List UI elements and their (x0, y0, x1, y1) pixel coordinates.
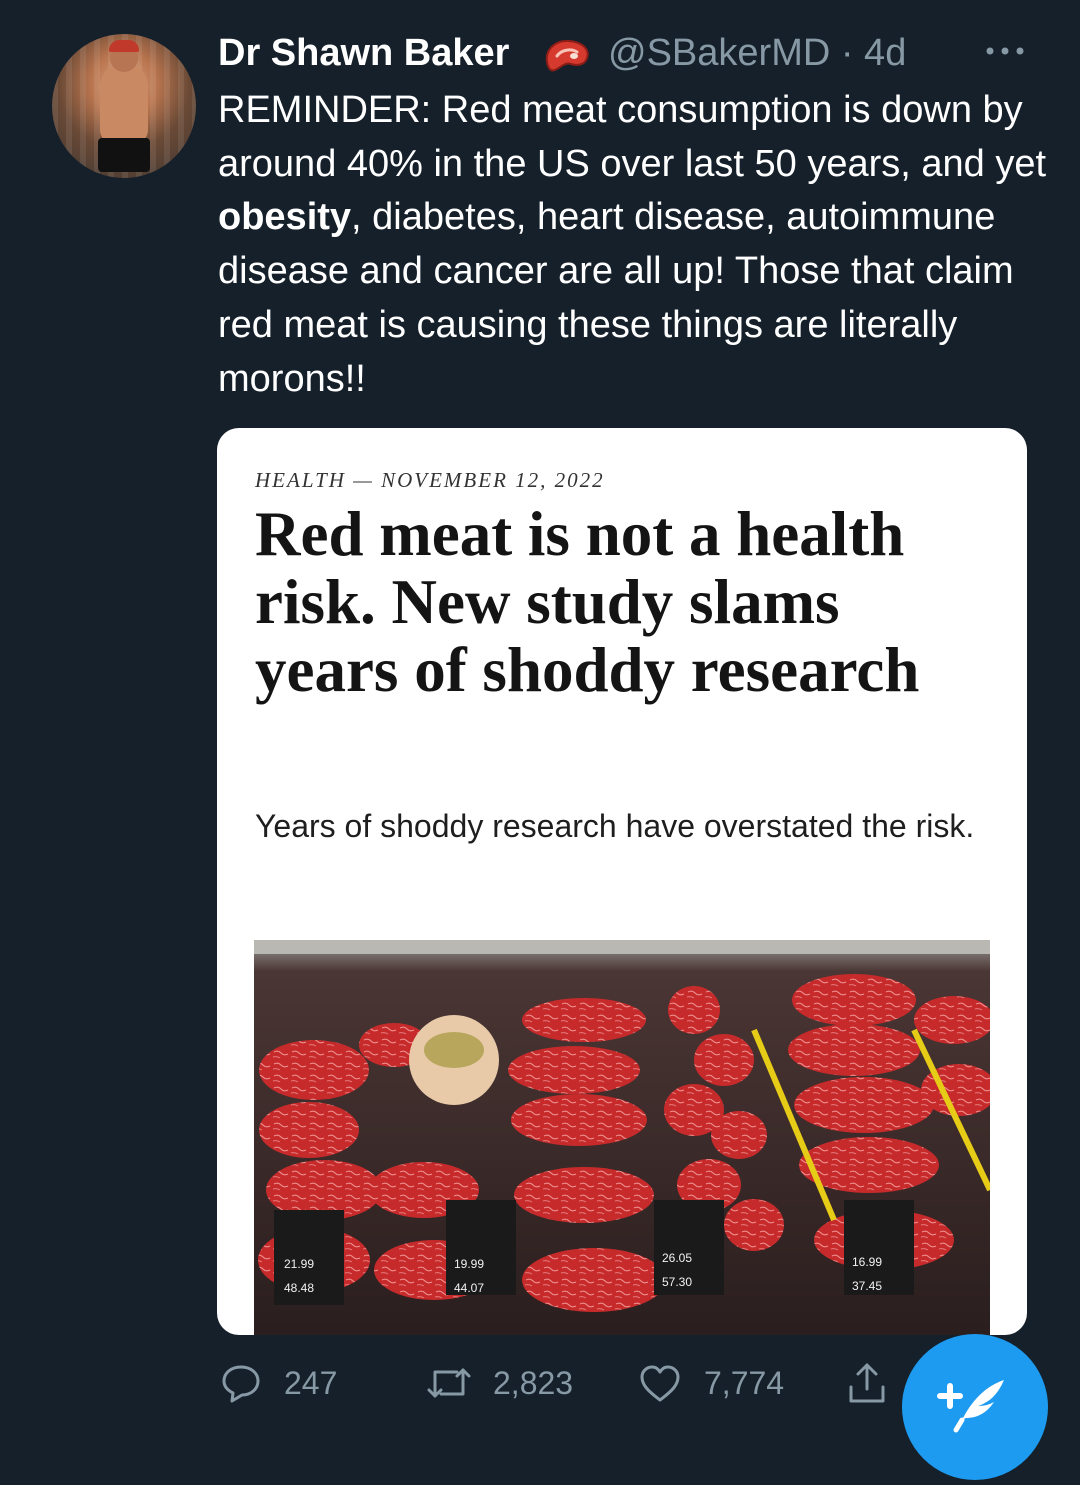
steak-icon (545, 39, 589, 72)
share-button[interactable] (846, 1360, 888, 1406)
price-tag: 44.07 (454, 1281, 484, 1295)
author-handle-and-age[interactable]: @SBakerMD · 4d (608, 32, 906, 75)
price-tag: 19.99 (454, 1257, 484, 1271)
avatar-shorts (98, 138, 150, 172)
share-icon (849, 1363, 885, 1403)
retweet-button[interactable]: 2,823 (425, 1360, 573, 1406)
more-horizontal-icon[interactable] (985, 44, 1025, 58)
article-subhead: Years of shoddy research have overstated… (255, 808, 975, 844)
retweet-icon (427, 1368, 471, 1398)
article-image: 21.99 48.48 19.99 44.07 26.05 57.30 16.9… (254, 940, 990, 1335)
reply-icon (222, 1365, 260, 1403)
like-button[interactable]: 7,774 (638, 1360, 784, 1406)
reply-button[interactable]: 247 (220, 1360, 337, 1406)
like-count: 7,774 (704, 1364, 785, 1401)
price-tag: 26.05 (662, 1251, 692, 1265)
like-icon (640, 1365, 680, 1402)
price-tag: 21.99 (284, 1257, 314, 1271)
avatar-figure (100, 64, 148, 144)
article-headline: Red meat is not a health risk. New study… (255, 499, 920, 705)
link-card[interactable]: HEALTH — NOVEMBER 12, 2022 Red meat is n… (217, 428, 1027, 1335)
tweet-text: REMINDER: Red meat consumption is down b… (218, 84, 1048, 406)
author-name[interactable]: Dr Shawn Baker (218, 32, 509, 75)
article-kicker: HEALTH — NOVEMBER 12, 2022 (255, 468, 605, 492)
avatar[interactable] (52, 34, 196, 178)
retweet-count: 2,823 (493, 1364, 574, 1401)
tweet-text-part: REMINDER: Red meat consumption is down b… (218, 89, 1057, 185)
meat-display-image: 21.99 48.48 19.99 44.07 26.05 57.30 16.9… (254, 940, 990, 1335)
price-tag: 37.45 (852, 1279, 882, 1293)
tweet-text-bold: obesity (218, 196, 352, 239)
compose-tweet-icon (937, 1380, 1004, 1433)
compose-tweet-button[interactable] (902, 1334, 1048, 1480)
price-tag: 57.30 (662, 1275, 692, 1289)
price-tag: 48.48 (284, 1281, 314, 1295)
price-tag: 16.99 (852, 1255, 882, 1269)
avatar-cap (109, 40, 139, 52)
reply-count: 247 (284, 1364, 338, 1401)
